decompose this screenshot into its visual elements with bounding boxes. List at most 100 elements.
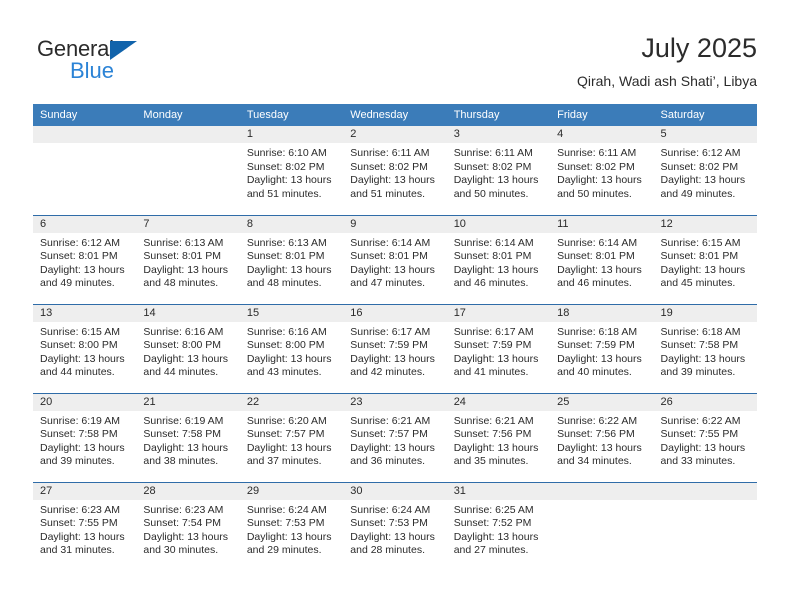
day-cell[interactable]: 31 Sunrise: 6:25 AM Sunset: 7:52 PM Dayligh…	[446, 481, 551, 571]
day-details: Sunrise: 6:12 AM Sunset: 8:02 PM Daylight:…	[654, 143, 757, 201]
sunrise-text: Sunrise: 6:16 AM	[246, 325, 327, 338]
day-details: Sunrise: 6:13 AM Sunset: 8:01 PM Daylight:…	[240, 233, 343, 291]
day-cell[interactable]: 13 Sunrise: 6:15 AM Sunset: 8:00 PM Dayligh…	[33, 303, 137, 393]
day-cell[interactable]: 5 Sunrise: 6:12 AM Sunset: 8:02 PM Daylight…	[653, 126, 757, 215]
day-number: 29	[239, 482, 344, 500]
day-details: Sunrise: 6:21 AM Sunset: 7:56 PM Daylight:…	[447, 411, 550, 469]
day-cell[interactable]: 17 Sunrise: 6:17 AM Sunset: 7:59 PM Dayligh…	[446, 303, 551, 393]
day-details: Sunrise: 6:22 AM Sunset: 7:55 PM Daylight:…	[654, 411, 757, 469]
daylight-text-line1: Daylight: 13 hours	[143, 530, 229, 543]
day-details: Sunrise: 6:21 AM Sunset: 7:57 PM Daylight:…	[343, 411, 446, 469]
day-details: Sunrise: 6:24 AM Sunset: 7:53 PM Daylight:…	[240, 500, 343, 558]
day-number: 13	[33, 304, 137, 322]
day-details: Sunrise: 6:23 AM Sunset: 7:54 PM Daylight:…	[136, 500, 239, 558]
daylight-text-line1: Daylight: 13 hours	[40, 263, 125, 276]
day-number: 8	[239, 215, 344, 233]
day-number: 26	[653, 393, 757, 411]
daylight-text-line2: and 47 minutes.	[350, 277, 425, 290]
daylight-text-line2: and 40 minutes.	[557, 366, 632, 379]
day-cell[interactable]: 23 Sunrise: 6:21 AM Sunset: 7:57 PM Dayligh…	[343, 392, 447, 482]
day-cell[interactable]: 12 Sunrise: 6:15 AM Sunset: 8:01 PM Dayligh…	[653, 214, 757, 304]
day-cell[interactable]: 28 Sunrise: 6:23 AM Sunset: 7:54 PM Dayligh…	[136, 481, 240, 571]
day-details: Sunrise: 6:23 AM Sunset: 7:55 PM Daylight:…	[33, 500, 136, 558]
day-cell[interactable]: 8 Sunrise: 6:13 AM Sunset: 8:01 PM Daylight…	[239, 214, 344, 304]
day-number: 21	[136, 393, 240, 411]
day-cell[interactable]: 20 Sunrise: 6:19 AM Sunset: 7:58 PM Dayligh…	[33, 392, 137, 482]
sunrise-text: Sunrise: 6:24 AM	[246, 503, 327, 516]
day-cell-empty	[33, 126, 137, 215]
day-cell[interactable]: 11 Sunrise: 6:14 AM Sunset: 8:01 PM Dayligh…	[550, 214, 654, 304]
sunrise-text: Sunrise: 6:21 AM	[350, 414, 431, 427]
daylight-text-line2: and 39 minutes.	[40, 455, 115, 468]
day-cell[interactable]: 9 Sunrise: 6:14 AM Sunset: 8:01 PM Daylight…	[343, 214, 447, 304]
sunrise-text: Sunrise: 6:13 AM	[246, 236, 327, 249]
day-details: Sunrise: 6:15 AM Sunset: 8:01 PM Daylight:…	[654, 233, 757, 291]
day-details: Sunrise: 6:11 AM Sunset: 8:02 PM Daylight:…	[447, 143, 550, 201]
daylight-text-line2: and 31 minutes.	[40, 544, 115, 557]
day-cell[interactable]: 19 Sunrise: 6:18 AM Sunset: 7:58 PM Dayligh…	[653, 303, 757, 393]
sunset-text: Sunset: 8:02 PM	[453, 160, 532, 173]
day-cell[interactable]: 22 Sunrise: 6:20 AM Sunset: 7:57 PM Dayligh…	[239, 392, 344, 482]
sunset-text: Sunset: 8:02 PM	[246, 160, 325, 173]
day-number: 16	[343, 304, 447, 322]
daylight-text-line1: Daylight: 13 hours	[350, 352, 435, 365]
sunset-text: Sunset: 7:56 PM	[453, 428, 532, 441]
daylight-text-line1: Daylight: 13 hours	[660, 263, 746, 276]
sunset-text: Sunset: 7:59 PM	[350, 339, 428, 352]
day-cell[interactable]: 6 Sunrise: 6:12 AM Sunset: 8:01 PM Daylight…	[33, 214, 137, 304]
day-cell[interactable]: 4 Sunrise: 6:11 AM Sunset: 8:02 PM Daylight…	[550, 126, 654, 215]
daylight-text-line2: and 51 minutes.	[246, 187, 322, 200]
general-blue-logo[interactable]: General Blue	[37, 36, 167, 92]
day-number: 5	[653, 126, 757, 143]
sunset-text: Sunset: 8:01 PM	[660, 250, 739, 263]
daylight-text-line2: and 44 minutes.	[40, 366, 115, 379]
sunset-text: Sunset: 7:58 PM	[660, 339, 739, 352]
sunrise-text: Sunrise: 6:25 AM	[453, 503, 534, 516]
day-details: Sunrise: 6:18 AM Sunset: 7:59 PM Daylight:…	[550, 322, 653, 380]
weekday-header-saturday: Saturday	[653, 104, 757, 126]
daylight-text-line2: and 33 minutes.	[660, 455, 736, 468]
daylight-text-line2: and 48 minutes.	[246, 277, 322, 290]
sunrise-text: Sunrise: 6:13 AM	[143, 236, 224, 249]
day-cell[interactable]: 15 Sunrise: 6:16 AM Sunset: 8:00 PM Dayligh…	[239, 303, 344, 393]
daylight-text-line1: Daylight: 13 hours	[143, 352, 229, 365]
daylight-text-line2: and 37 minutes.	[246, 455, 322, 468]
day-cell[interactable]: 29 Sunrise: 6:24 AM Sunset: 7:53 PM Dayligh…	[239, 481, 344, 571]
sunset-text: Sunset: 7:55 PM	[660, 428, 739, 441]
month-calendar-table: Sunday Monday Tuesday Wednesday Thursday…	[33, 104, 757, 571]
day-cell[interactable]: 24 Sunrise: 6:21 AM Sunset: 7:56 PM Dayligh…	[446, 392, 551, 482]
daylight-text-line1: Daylight: 13 hours	[350, 441, 435, 454]
sunrise-text: Sunrise: 6:23 AM	[143, 503, 224, 516]
day-cell[interactable]: 18 Sunrise: 6:18 AM Sunset: 7:59 PM Dayligh…	[550, 303, 654, 393]
sunset-text: Sunset: 7:59 PM	[453, 339, 532, 352]
daylight-text-line1: Daylight: 13 hours	[453, 530, 539, 543]
day-number: 15	[239, 304, 344, 322]
title-block: July 2025 Qirah, Wadi ash Shati’, Libya	[577, 30, 757, 91]
day-number: 31	[446, 482, 551, 500]
daylight-text-line1: Daylight: 13 hours	[350, 174, 435, 187]
day-cell[interactable]: 3 Sunrise: 6:11 AM Sunset: 8:02 PM Daylight…	[446, 126, 551, 215]
day-cell[interactable]: 30 Sunrise: 6:24 AM Sunset: 7:53 PM Dayligh…	[343, 481, 447, 571]
day-details: Sunrise: 6:11 AM Sunset: 8:02 PM Daylight:…	[343, 143, 446, 201]
day-cell[interactable]: 21 Sunrise: 6:19 AM Sunset: 7:58 PM Dayligh…	[136, 392, 240, 482]
day-details: Sunrise: 6:14 AM Sunset: 8:01 PM Daylight:…	[550, 233, 653, 291]
weekday-header-monday: Monday	[136, 104, 240, 126]
day-cell[interactable]: 1 Sunrise: 6:10 AM Sunset: 8:02 PM Daylight…	[239, 126, 344, 215]
day-cell[interactable]: 27 Sunrise: 6:23 AM Sunset: 7:55 PM Dayligh…	[33, 481, 137, 571]
calendar-header-row-group: Sunday Monday Tuesday Wednesday Thursday…	[33, 104, 757, 126]
day-cell[interactable]: 2 Sunrise: 6:11 AM Sunset: 8:02 PM Daylight…	[343, 126, 447, 215]
day-details: Sunrise: 6:14 AM Sunset: 8:01 PM Daylight:…	[447, 233, 550, 291]
sunset-text: Sunset: 8:02 PM	[557, 160, 635, 173]
day-cell[interactable]: 14 Sunrise: 6:16 AM Sunset: 8:00 PM Dayligh…	[136, 303, 240, 393]
day-cell[interactable]: 25 Sunrise: 6:22 AM Sunset: 7:56 PM Dayligh…	[550, 392, 654, 482]
sunrise-text: Sunrise: 6:19 AM	[143, 414, 224, 427]
day-details: Sunrise: 6:15 AM Sunset: 8:00 PM Daylight:…	[33, 322, 136, 380]
day-cell[interactable]: 10 Sunrise: 6:14 AM Sunset: 8:01 PM Dayligh…	[446, 214, 551, 304]
sunrise-text: Sunrise: 6:24 AM	[350, 503, 431, 516]
day-cell[interactable]: 16 Sunrise: 6:17 AM Sunset: 7:59 PM Dayligh…	[343, 303, 447, 393]
sunrise-text: Sunrise: 6:10 AM	[246, 147, 327, 159]
day-cell[interactable]: 26 Sunrise: 6:22 AM Sunset: 7:55 PM Dayligh…	[653, 392, 757, 482]
day-number: 2	[343, 126, 447, 143]
weekday-header-sunday: Sunday	[33, 104, 137, 126]
day-cell[interactable]: 7 Sunrise: 6:13 AM Sunset: 8:01 PM Daylight…	[136, 214, 240, 304]
